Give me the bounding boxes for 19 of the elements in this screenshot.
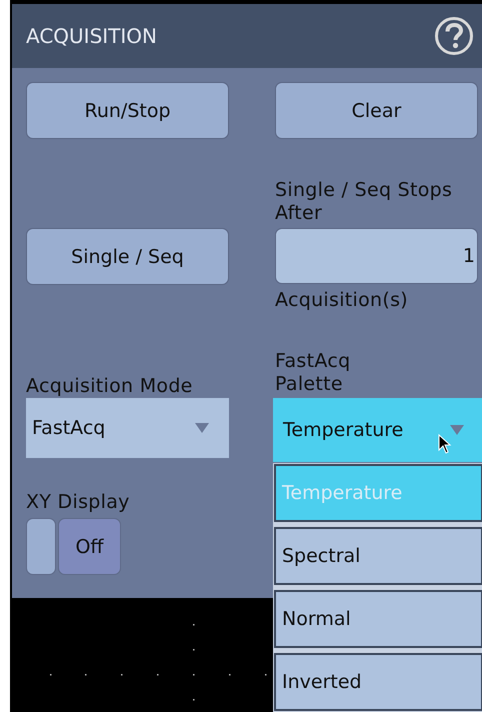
- stop-after-label: Single / Seq Stops After: [275, 179, 454, 225]
- dropdown-option[interactable]: Inverted: [274, 653, 482, 711]
- help-icon[interactable]: [434, 16, 474, 56]
- palette-dropdown[interactable]: Temperature: [273, 398, 482, 462]
- clear-button[interactable]: Clear: [275, 82, 478, 139]
- dropdown-option[interactable]: Normal: [274, 590, 482, 648]
- panel-title: ACQUISITION: [26, 24, 157, 48]
- acquisition-mode-label: Acquisition Mode: [26, 375, 194, 398]
- run-stop-button[interactable]: Run/Stop: [26, 82, 229, 139]
- palette-label: FastAcq Palette: [275, 350, 352, 396]
- mouse-pointer-icon: [438, 434, 452, 454]
- single-seq-button[interactable]: Single / Seq: [26, 228, 229, 285]
- stop-after-field[interactable]: 1: [275, 228, 478, 284]
- dropdown-option[interactable]: Spectral: [274, 527, 482, 585]
- caret-icon: [450, 425, 464, 435]
- xy-display-label: XY Display: [26, 491, 131, 514]
- mode-dropdown[interactable]: FastAcq: [26, 398, 229, 458]
- caret-icon: [195, 423, 209, 433]
- unit-label: Acquisition(s): [275, 289, 409, 312]
